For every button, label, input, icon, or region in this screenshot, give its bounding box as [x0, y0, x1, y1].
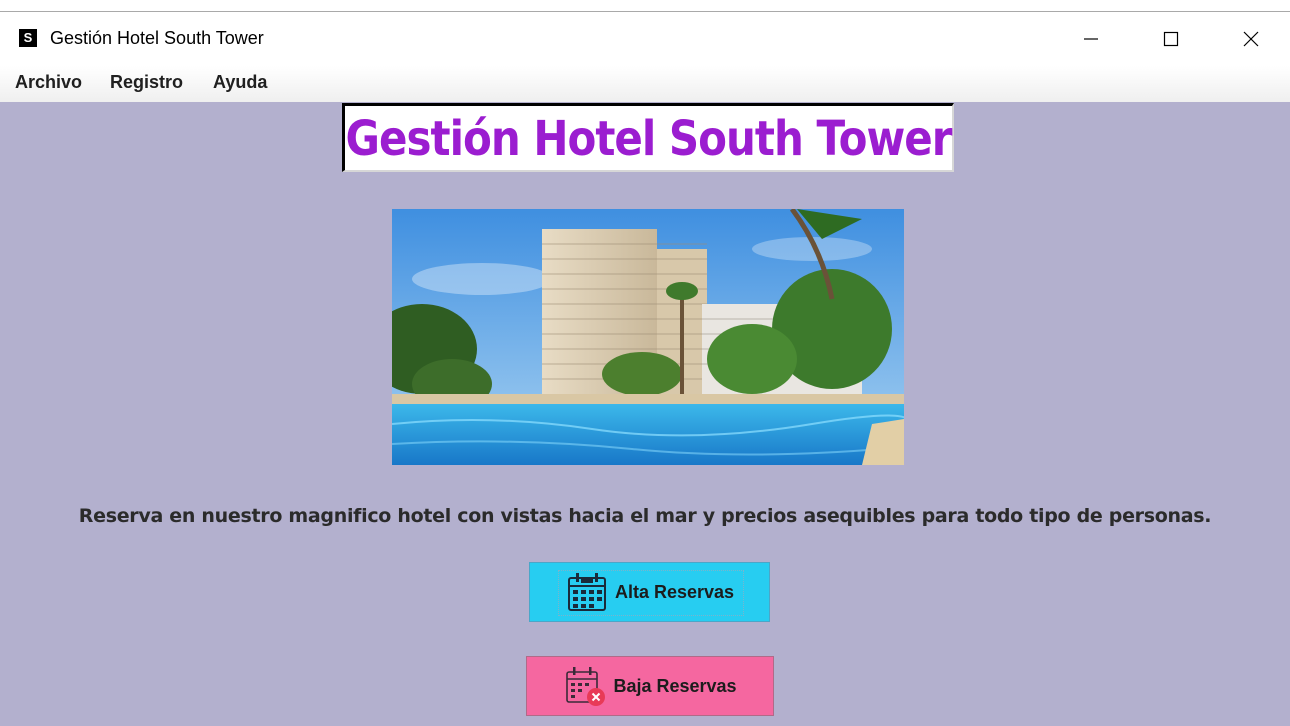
baja-reservas-label: Baja Reservas: [613, 675, 737, 696]
close-icon: [1243, 31, 1259, 47]
description-text: Reserva en nuestro magnifico hotel con v…: [78, 505, 1212, 527]
minimize-icon: [1084, 38, 1098, 40]
maximize-icon: [1163, 31, 1179, 47]
calendar-remove-icon: [563, 664, 607, 708]
menu-registro[interactable]: Registro: [110, 72, 183, 93]
close-button[interactable]: [1231, 24, 1271, 54]
maximize-button[interactable]: [1151, 24, 1191, 54]
focus-ring: [558, 570, 744, 616]
window-title: Gestión Hotel South Tower: [50, 28, 264, 48]
page-title: Gestión Hotel South Tower: [345, 109, 953, 167]
menu-archivo[interactable]: Archivo: [15, 72, 82, 93]
app-icon: S: [19, 29, 37, 47]
alta-reservas-button[interactable]: Alta Reservas: [529, 562, 770, 622]
hotel-photo: [392, 209, 904, 465]
hotel-photo-illustration: [392, 209, 904, 465]
heading-box: Gestión Hotel South Tower: [342, 103, 954, 172]
menu-ayuda[interactable]: Ayuda: [213, 72, 267, 93]
minimize-button[interactable]: [1071, 24, 1111, 54]
menu-bar: [0, 66, 1290, 103]
baja-reservas-button[interactable]: Baja Reservas: [526, 656, 774, 716]
